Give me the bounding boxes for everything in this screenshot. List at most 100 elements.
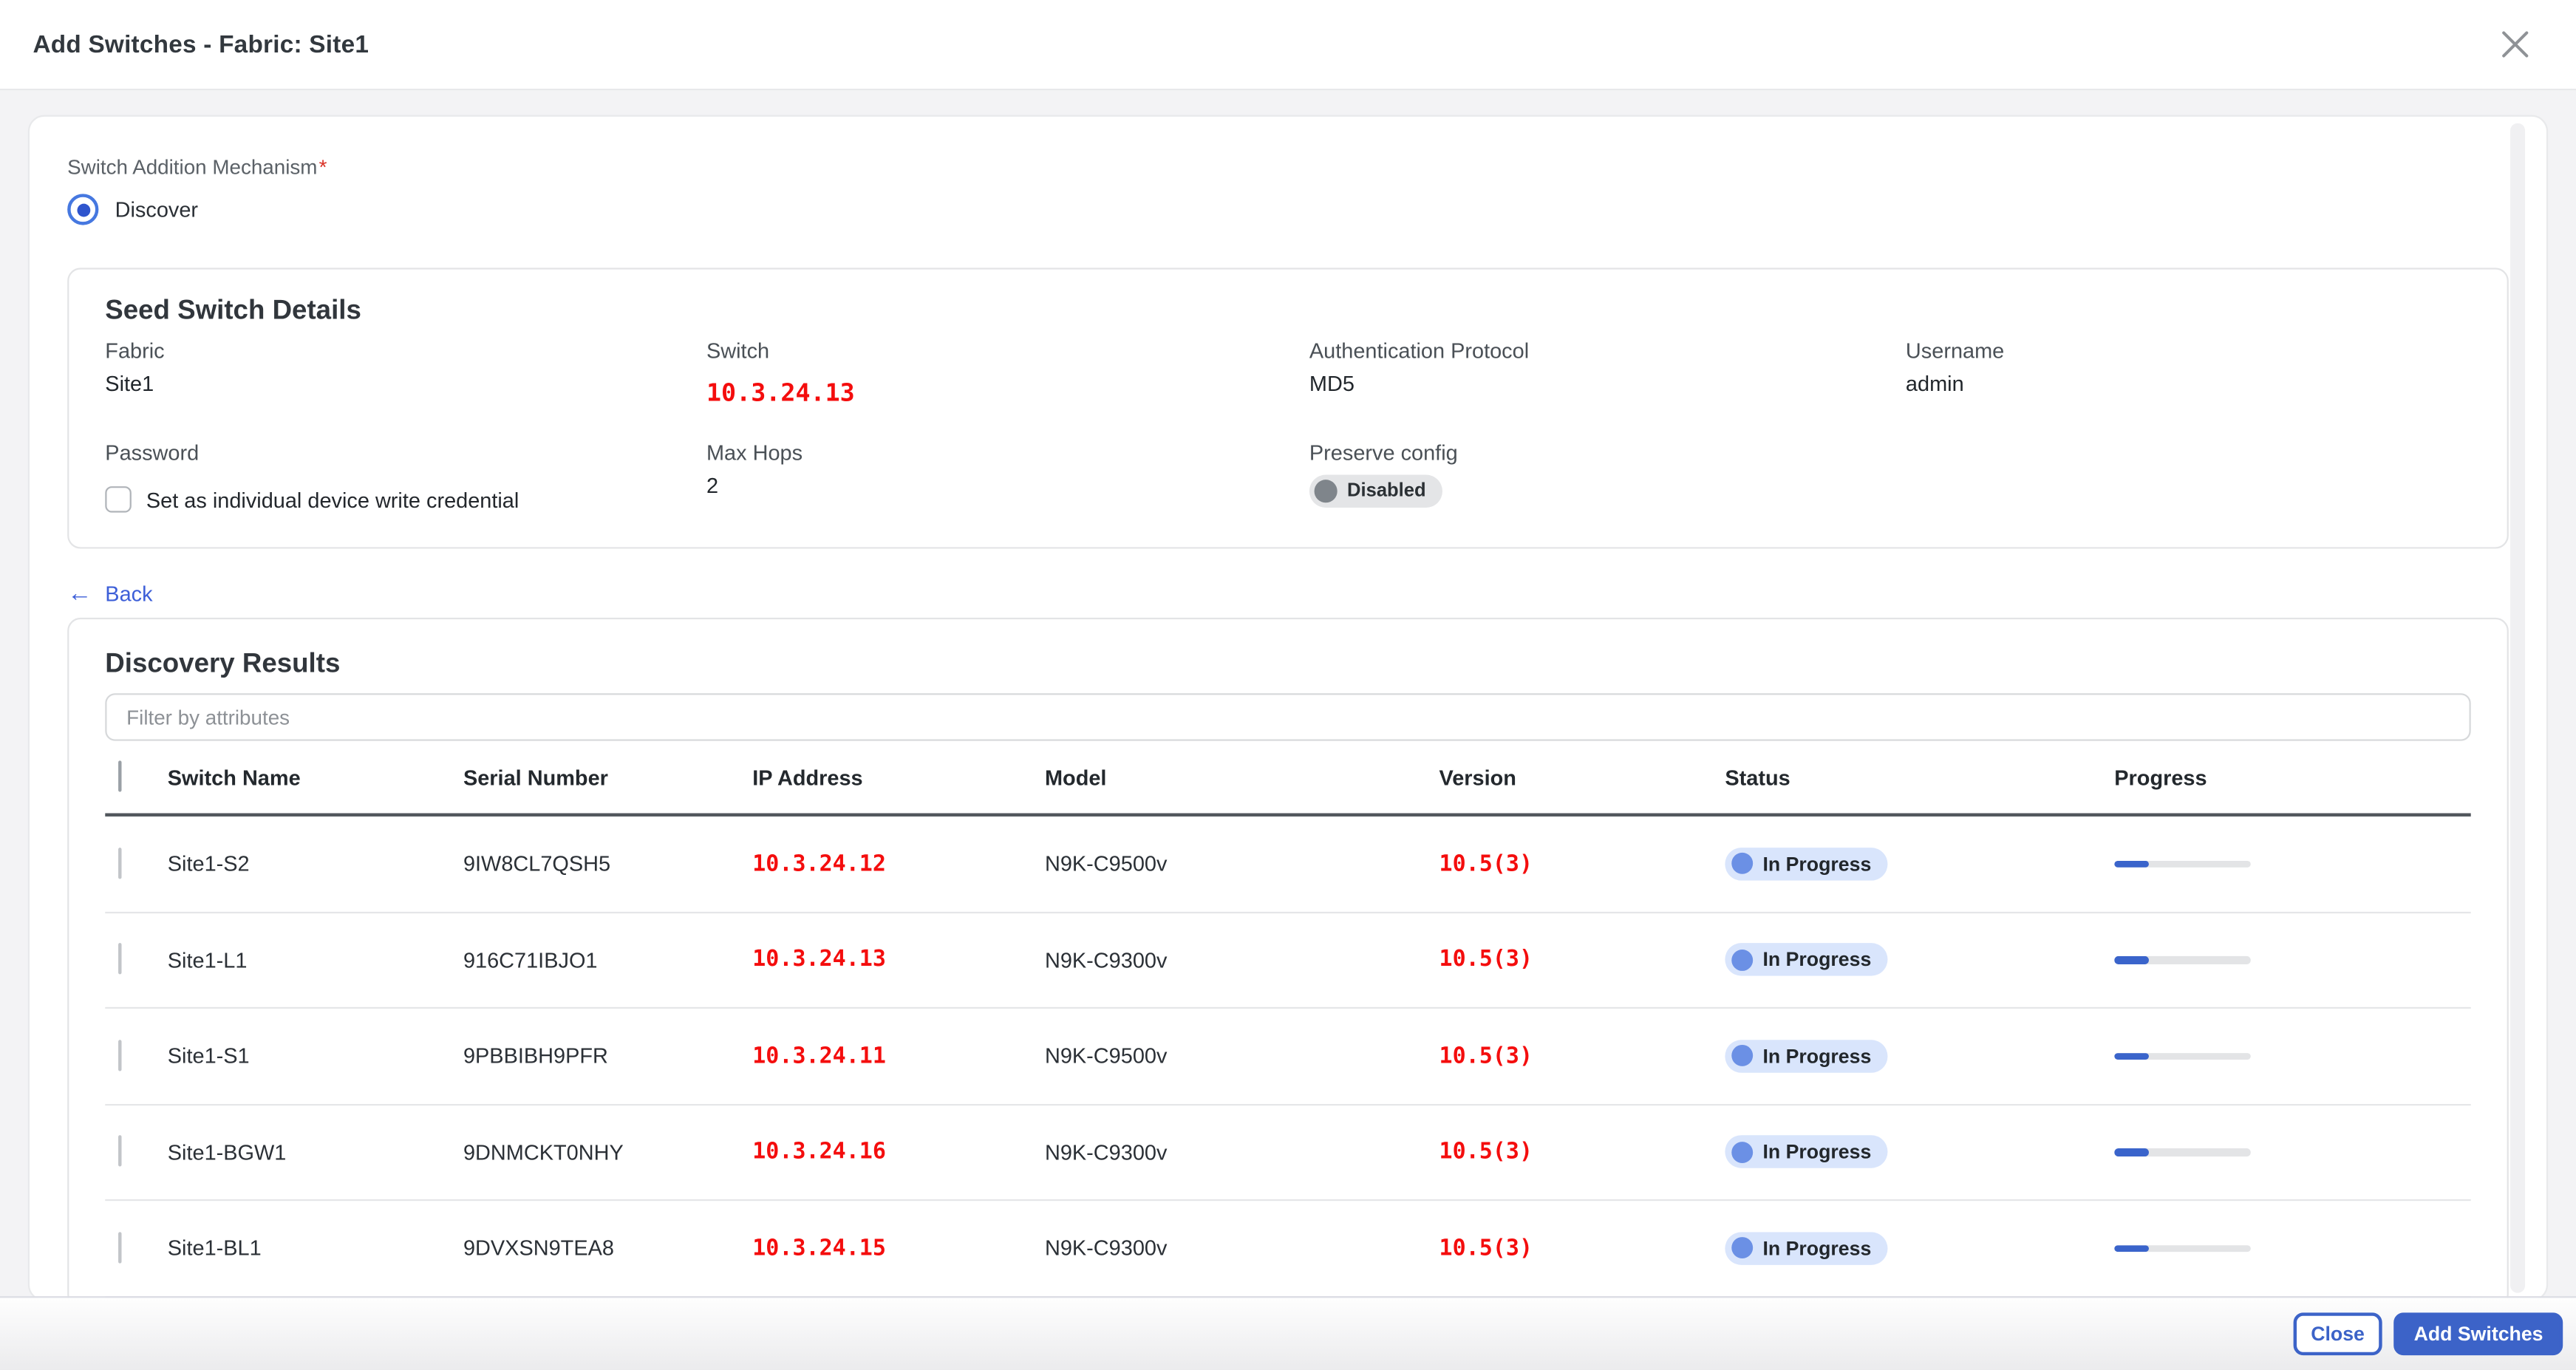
cell-progress bbox=[2114, 1148, 2470, 1156]
status-badge: In Progress bbox=[1725, 1136, 1887, 1168]
field-auth-protocol: Authentication Protocol MD5 bbox=[1309, 338, 1906, 407]
discover-radio-option[interactable]: Discover bbox=[67, 194, 2509, 225]
status-dot-icon bbox=[1731, 1046, 1753, 1067]
write-credential-checkbox[interactable] bbox=[105, 486, 132, 513]
status-badge: In Progress bbox=[1725, 1040, 1887, 1072]
cell-progress bbox=[2114, 860, 2470, 868]
progress-bar bbox=[2114, 956, 2251, 964]
cell-progress bbox=[2114, 1052, 2470, 1060]
back-link-label: Back bbox=[105, 582, 152, 606]
field-username: Username admin bbox=[1906, 338, 2471, 407]
close-button[interactable] bbox=[2494, 23, 2537, 66]
write-credential-checkbox-row[interactable]: Set as individual device write credentia… bbox=[105, 486, 706, 513]
cell-model: N9K-C9500v bbox=[1045, 851, 1439, 876]
progress-bar-fill bbox=[2114, 956, 2148, 964]
column-version[interactable]: Version bbox=[1439, 765, 1725, 789]
progress-bar bbox=[2114, 1148, 2251, 1156]
progress-bar-fill bbox=[2114, 1148, 2148, 1156]
column-serial-number[interactable]: Serial Number bbox=[463, 765, 752, 789]
select-all-checkbox[interactable] bbox=[118, 760, 121, 791]
row-checkbox[interactable] bbox=[118, 1040, 121, 1071]
modal-header: Add Switches - Fabric: Site1 bbox=[0, 0, 2576, 90]
cell-status: In Progress bbox=[1725, 848, 2114, 880]
cell-version: 10.5(3) bbox=[1439, 1235, 1725, 1261]
table-row[interactable]: Site1-BL1 9DVXSN9TEA8 10.3.24.15 N9K-C93… bbox=[105, 1201, 2470, 1297]
close-button-footer[interactable]: Close bbox=[2293, 1312, 2383, 1355]
column-progress[interactable]: Progress bbox=[2114, 765, 2470, 789]
column-status[interactable]: Status bbox=[1725, 765, 2114, 789]
radio-selected-icon[interactable] bbox=[67, 194, 98, 225]
cell-ip-address: 10.3.24.12 bbox=[752, 851, 1045, 877]
table-header-row: Switch Name Serial Number IP Address Mod… bbox=[105, 741, 2470, 817]
required-marker: * bbox=[319, 156, 327, 179]
row-checkbox[interactable] bbox=[118, 1232, 121, 1263]
field-preserve-config: Preserve config Disabled bbox=[1309, 440, 1906, 513]
write-credential-label: Set as individual device write credentia… bbox=[146, 487, 519, 511]
switch-label: Switch bbox=[706, 338, 1309, 363]
field-password: Password Set as individual device write … bbox=[105, 440, 706, 513]
cell-serial-number: 916C71IBJO1 bbox=[463, 947, 752, 972]
fabric-value: Site1 bbox=[105, 371, 706, 395]
cell-version: 10.5(3) bbox=[1439, 947, 1725, 973]
table-row[interactable]: Site1-S2 9IW8CL7QSH5 10.3.24.12 N9K-C950… bbox=[105, 817, 2470, 913]
preserve-config-toggle: Disabled bbox=[1309, 475, 1442, 508]
password-label: Password bbox=[105, 440, 706, 465]
cell-switch-name: Site1-S2 bbox=[168, 851, 463, 876]
status-dot-icon bbox=[1731, 853, 1753, 874]
field-max-hops: Max Hops 2 bbox=[706, 440, 1309, 513]
modal-title: Add Switches - Fabric: Site1 bbox=[33, 30, 369, 58]
status-text: In Progress bbox=[1763, 1237, 1872, 1260]
cell-status: In Progress bbox=[1725, 1136, 2114, 1168]
seed-fields-row-1: Fabric Site1 Switch 10.3.24.13 Authentic… bbox=[105, 338, 2470, 407]
table-row[interactable]: Site1-L1 916C71IBJO1 10.3.24.13 N9K-C930… bbox=[105, 913, 2470, 1009]
max-hops-label: Max Hops bbox=[706, 440, 1309, 465]
back-link[interactable]: ← Back bbox=[67, 582, 152, 606]
vertical-scrollbar[interactable] bbox=[2510, 123, 2525, 1293]
discovery-results-card: Discovery Results Switch Name Serial Num… bbox=[67, 618, 2509, 1301]
cell-progress bbox=[2114, 1244, 2470, 1252]
radio-dot bbox=[76, 203, 89, 217]
arrow-left-icon: ← bbox=[67, 582, 92, 606]
seed-card-title: Seed Switch Details bbox=[105, 296, 2470, 327]
status-dot-icon bbox=[1731, 1142, 1753, 1163]
progress-bar-fill bbox=[2114, 860, 2148, 868]
max-hops-value: 2 bbox=[706, 473, 1309, 497]
cell-model: N9K-C9300v bbox=[1045, 1236, 1439, 1260]
username-label: Username bbox=[1906, 338, 2471, 363]
seed-fields-row-2: Password Set as individual device write … bbox=[105, 440, 2470, 513]
column-model[interactable]: Model bbox=[1045, 765, 1439, 789]
column-ip-address[interactable]: IP Address bbox=[752, 765, 1045, 789]
mechanism-label: Switch Addition Mechanism* bbox=[67, 156, 2509, 179]
cell-model: N9K-C9300v bbox=[1045, 1139, 1439, 1164]
filter-input[interactable] bbox=[105, 693, 2470, 740]
add-switches-button[interactable]: Add Switches bbox=[2394, 1312, 2563, 1355]
cell-ip-address: 10.3.24.16 bbox=[752, 1139, 1045, 1165]
cell-version: 10.5(3) bbox=[1439, 851, 1725, 877]
status-badge: In Progress bbox=[1725, 944, 1887, 976]
discover-radio-label: Discover bbox=[115, 197, 198, 222]
progress-bar-fill bbox=[2114, 1052, 2148, 1060]
row-checkbox[interactable] bbox=[118, 944, 121, 975]
cell-serial-number: 9IW8CL7QSH5 bbox=[463, 851, 752, 876]
cell-serial-number: 9DVXSN9TEA8 bbox=[463, 1236, 752, 1260]
column-switch-name[interactable]: Switch Name bbox=[168, 765, 463, 789]
cell-ip-address: 10.3.24.15 bbox=[752, 1235, 1045, 1261]
username-value: admin bbox=[1906, 371, 2471, 395]
cell-switch-name: Site1-S1 bbox=[168, 1043, 463, 1068]
cell-status: In Progress bbox=[1725, 1232, 2114, 1264]
progress-bar bbox=[2114, 1052, 2251, 1060]
cell-model: N9K-C9500v bbox=[1045, 1043, 1439, 1068]
preserve-config-label: Preserve config bbox=[1309, 440, 1906, 465]
table-row[interactable]: Site1-BGW1 9DNMCKT0NHY 10.3.24.16 N9K-C9… bbox=[105, 1105, 2470, 1201]
row-checkbox[interactable] bbox=[118, 1136, 121, 1167]
auth-protocol-value: MD5 bbox=[1309, 371, 1906, 395]
progress-bar bbox=[2114, 860, 2251, 868]
row-checkbox[interactable] bbox=[118, 848, 121, 879]
fabric-label: Fabric bbox=[105, 338, 706, 363]
modal-footer: Close Add Switches bbox=[0, 1296, 2576, 1370]
table-row[interactable]: Site1-S1 9PBBIBH9PFR 10.3.24.11 N9K-C950… bbox=[105, 1009, 2470, 1105]
cell-serial-number: 9PBBIBH9PFR bbox=[463, 1043, 752, 1068]
close-icon bbox=[2497, 27, 2533, 63]
auth-protocol-label: Authentication Protocol bbox=[1309, 338, 1906, 363]
status-dot-icon bbox=[1731, 949, 1753, 970]
